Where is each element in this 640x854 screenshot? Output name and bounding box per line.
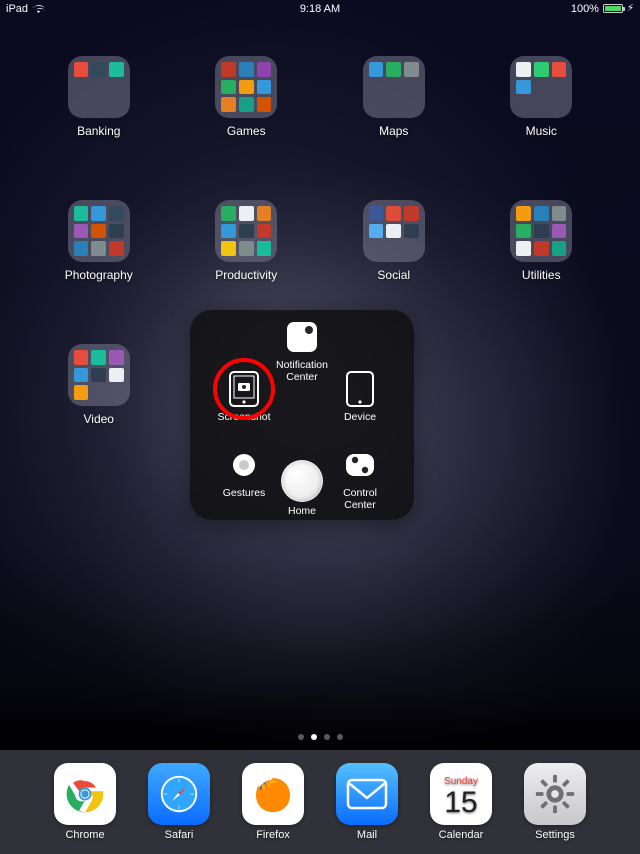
firefox-icon [242,763,304,825]
folder-social[interactable]: Social [335,200,453,320]
at-control-center[interactable]: Control Center [330,446,390,511]
folder-video[interactable]: Video [40,344,158,464]
mail-icon [336,763,398,825]
dock-app-calendar[interactable]: Sunday 15 Calendar [430,763,492,841]
at-label: Gestures [223,488,266,500]
page-dot[interactable] [324,734,330,740]
at-label: Device [344,412,376,424]
dock-label: Safari [148,829,210,841]
dock-label: Calendar [430,829,492,841]
at-label: Screenshot [217,412,270,424]
folder-icon [68,344,130,406]
folder-maps[interactable]: Maps [335,56,453,176]
page-dot[interactable] [298,734,304,740]
folder-icon [363,56,425,118]
calendar-day: 15 [444,788,477,818]
folder-label: Video [40,412,158,426]
control-center-icon [341,446,379,484]
folder-photography[interactable]: Photography [40,200,158,320]
dock-app-mail[interactable]: Mail [336,763,398,841]
calendar-icon: Sunday 15 [430,763,492,825]
battery-icon [603,4,623,13]
folder-label: Banking [40,124,158,138]
home-icon [281,460,323,502]
dock-label: Mail [336,829,398,841]
screenshot-icon [225,370,263,408]
dock-app-firefox[interactable]: Firefox [242,763,304,841]
folder-label: Photography [40,268,158,282]
at-home[interactable]: Home [272,460,332,518]
status-bar: iPad 9:18 AM 100% ⚡︎ [0,0,640,16]
notification-center-icon [283,318,321,356]
folder-icon [363,200,425,262]
at-label: Home [288,506,316,518]
dock-label: Settings [524,829,586,841]
chrome-icon [54,763,116,825]
at-label: Notification Center [276,360,328,383]
folder-icon [215,56,277,118]
folder-label: Games [188,124,306,138]
at-device[interactable]: Device [330,370,390,424]
folder-label: Maps [335,124,453,138]
folder-label: Music [483,124,601,138]
page-dot[interactable] [337,734,343,740]
at-label: Control Center [343,488,377,511]
at-notification-center[interactable]: Notification Center [272,318,332,383]
folder-icon [68,56,130,118]
folder-games[interactable]: Games [188,56,306,176]
at-gestures[interactable]: Gestures [214,446,274,500]
folder-label: Utilities [483,268,601,282]
folder-banking[interactable]: Banking [40,56,158,176]
folder-icon [68,200,130,262]
dock-label: Chrome [54,829,116,841]
dock-label: Firefox [242,829,304,841]
folder-icon [215,200,277,262]
gestures-icon [225,446,263,484]
dock-app-safari[interactable]: Safari [148,763,210,841]
clock: 9:18 AM [0,3,640,15]
dock-app-chrome[interactable]: Chrome [54,763,116,841]
folder-label: Social [335,268,453,282]
folder-icon [510,200,572,262]
assistive-touch-panel[interactable]: Notification Center Screenshot Device Ge… [190,310,414,520]
settings-icon [524,763,586,825]
at-screenshot[interactable]: Screenshot [214,370,274,424]
folder-utilities[interactable]: Utilities [483,200,601,320]
device-icon [341,370,379,408]
page-indicator[interactable] [0,734,640,740]
folder-label: Productivity [188,268,306,282]
dock-app-settings[interactable]: Settings [524,763,586,841]
dock: Chrome Safari Firefox Mail Sunday 15 Cal… [0,750,640,854]
folder-icon [510,56,572,118]
folder-music[interactable]: Music [483,56,601,176]
page-dot[interactable] [311,734,317,740]
safari-icon [148,763,210,825]
folder-productivity[interactable]: Productivity [188,200,306,320]
